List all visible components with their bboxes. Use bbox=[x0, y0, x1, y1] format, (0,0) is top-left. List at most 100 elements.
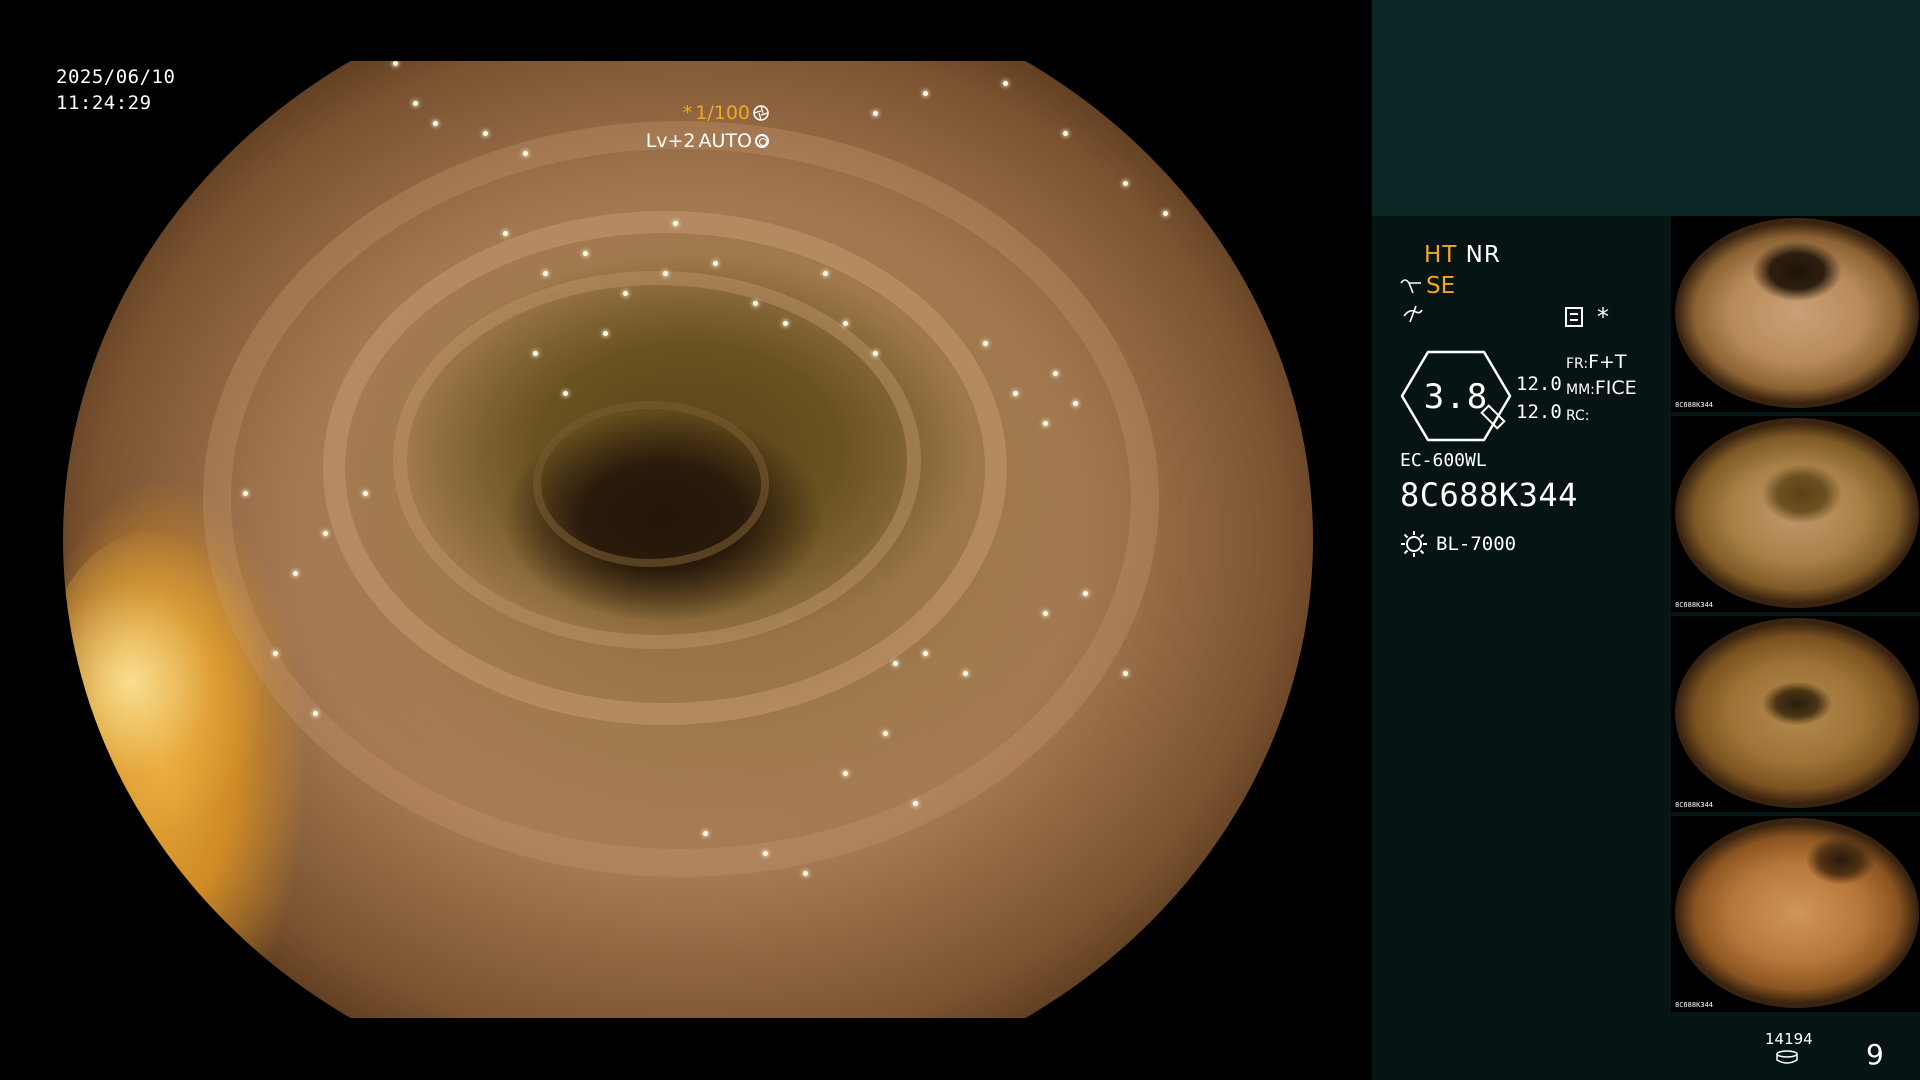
iris-row: Lv+2 AUTO bbox=[646, 127, 769, 155]
zoom-values: 12.0 12.0 bbox=[1516, 370, 1562, 426]
bubble-sparkle bbox=[603, 331, 608, 336]
bubble-sparkle bbox=[843, 321, 848, 326]
light-source-row: BL-7000 bbox=[1400, 530, 1516, 558]
light-source-icon bbox=[1401, 531, 1427, 557]
star-indicator: * bbox=[1597, 303, 1609, 331]
mm-label: MM: bbox=[1566, 382, 1595, 398]
bubble-sparkle bbox=[703, 831, 708, 836]
shutter-row: * 1/100 bbox=[646, 99, 769, 127]
bubble-sparkle bbox=[673, 221, 678, 226]
mucosal-fold-inner bbox=[393, 271, 921, 649]
capture-thumbnails: 8C688K344 8C688K344 8C688K344 8C688K344 bbox=[1671, 216, 1920, 1016]
bubble-sparkle bbox=[783, 321, 788, 326]
bubble-sparkle bbox=[1163, 211, 1168, 216]
thumbnail-caption: 8C688K344 bbox=[1675, 801, 1713, 809]
bubble-sparkle bbox=[803, 871, 808, 876]
bubble-sparkle bbox=[243, 491, 248, 496]
bubble-sparkle bbox=[543, 271, 548, 276]
mm-value: FICE bbox=[1594, 377, 1637, 399]
rc-label: RC: bbox=[1566, 408, 1590, 424]
scope-serial: 8C688K344 bbox=[1400, 476, 1578, 514]
bubble-sparkle bbox=[293, 571, 298, 576]
shutter-prefix: * bbox=[682, 102, 693, 124]
enhancement-row: HT NR bbox=[1424, 242, 1501, 268]
magnification-value: 3.8 bbox=[1423, 377, 1489, 417]
magnification-display: 3.8 bbox=[1400, 350, 1512, 442]
thumbnail-caption: 8C688K344 bbox=[1675, 401, 1713, 409]
bubble-sparkle bbox=[893, 661, 898, 666]
brightness-level: Lv+2 bbox=[645, 130, 696, 152]
endoscope-image-frame bbox=[63, 61, 1313, 1018]
bubble-sparkle bbox=[363, 491, 368, 496]
thumbnail-image bbox=[1675, 818, 1919, 1008]
thumbnail-1[interactable]: 8C688K344 bbox=[1671, 216, 1920, 412]
bubble-sparkle bbox=[963, 671, 968, 676]
bubble-sparkle bbox=[433, 121, 438, 126]
mm-row: MM:FICE bbox=[1566, 376, 1637, 402]
mucosal-fold-outer bbox=[203, 121, 1159, 877]
bubble-sparkle bbox=[1043, 421, 1048, 426]
iris-mode: AUTO bbox=[698, 130, 752, 152]
bubble-sparkle bbox=[843, 771, 848, 776]
thumbnail-2[interactable]: 8C688K344 bbox=[1671, 416, 1920, 612]
bubble-sparkle bbox=[1063, 131, 1068, 136]
bubble-sparkle bbox=[1123, 181, 1128, 186]
se-indicator: SE bbox=[1426, 273, 1456, 299]
thumbnail-4[interactable]: 8C688K344 bbox=[1671, 816, 1920, 1012]
capture-time: 11:24:29 bbox=[56, 92, 152, 114]
bubble-sparkle bbox=[883, 731, 888, 736]
bubble-sparkle bbox=[483, 131, 488, 136]
thumbnail-image bbox=[1675, 218, 1919, 408]
bubble-sparkle bbox=[923, 91, 928, 96]
bubble-sparkle bbox=[923, 651, 928, 656]
thumbnail-caption: 8C688K344 bbox=[1675, 1001, 1713, 1009]
fr-row: FR:F+T bbox=[1566, 350, 1637, 376]
bubble-sparkle bbox=[873, 111, 878, 116]
thumbnail-image bbox=[1675, 618, 1919, 808]
bubble-sparkle bbox=[533, 351, 538, 356]
structure-icon bbox=[1400, 279, 1421, 294]
bubble-sparkle bbox=[873, 351, 878, 356]
iris-icon bbox=[755, 134, 769, 148]
fr-value: F+T bbox=[1588, 351, 1627, 373]
endoscope-image bbox=[63, 61, 1313, 1018]
bubble-sparkle bbox=[1013, 391, 1018, 396]
ht-indicator: HT bbox=[1424, 242, 1458, 268]
exposure-info: * 1/100 Lv+2 AUTO bbox=[646, 99, 769, 155]
lumen-fold bbox=[533, 401, 769, 567]
bubble-sparkle bbox=[1003, 81, 1008, 86]
bubble-sparkle bbox=[503, 231, 508, 236]
bubble-sparkle bbox=[913, 801, 918, 806]
bubble-sparkle bbox=[713, 261, 718, 266]
storage-icon bbox=[1776, 1050, 1798, 1064]
thumbnail-image bbox=[1675, 418, 1919, 608]
nr-indicator: NR bbox=[1465, 242, 1501, 268]
thumbnail-3[interactable]: 8C688K344 bbox=[1671, 616, 1920, 812]
shutter-icon bbox=[753, 105, 769, 121]
capture-date: 2025/06/10 bbox=[56, 66, 176, 88]
bubble-sparkle bbox=[823, 271, 828, 276]
zoom-value-bottom: 12.0 bbox=[1516, 401, 1562, 423]
thumbnail-caption: 8C688K344 bbox=[1675, 601, 1713, 609]
light-glare bbox=[63, 531, 263, 831]
bubble-sparkle bbox=[273, 651, 278, 656]
bubble-sparkle bbox=[763, 851, 768, 856]
color-tone-row bbox=[1402, 304, 1424, 330]
processing-parameters: FR:F+T MM:FICE RC: bbox=[1566, 350, 1637, 428]
bubble-sparkle bbox=[393, 61, 398, 66]
bubble-sparkle bbox=[583, 251, 588, 256]
structure-enhancement-row: SE bbox=[1400, 273, 1455, 299]
thumbnail-count: 9 bbox=[1866, 1038, 1884, 1071]
bubble-sparkle bbox=[1043, 611, 1048, 616]
bubble-sparkle bbox=[323, 531, 328, 536]
bubble-sparkle bbox=[1073, 401, 1078, 406]
bubble-sparkle bbox=[623, 291, 628, 296]
color-tone-icon bbox=[1403, 305, 1423, 323]
image-count: 14194 bbox=[1765, 1030, 1813, 1048]
bubble-sparkle bbox=[313, 711, 318, 716]
light-source-model: BL-7000 bbox=[1436, 533, 1517, 555]
bubble-sparkle bbox=[413, 101, 418, 106]
mucosal-fold-middle bbox=[323, 211, 1007, 725]
zoom-value-top: 12.0 bbox=[1516, 373, 1562, 395]
rc-row: RC: bbox=[1566, 402, 1637, 428]
